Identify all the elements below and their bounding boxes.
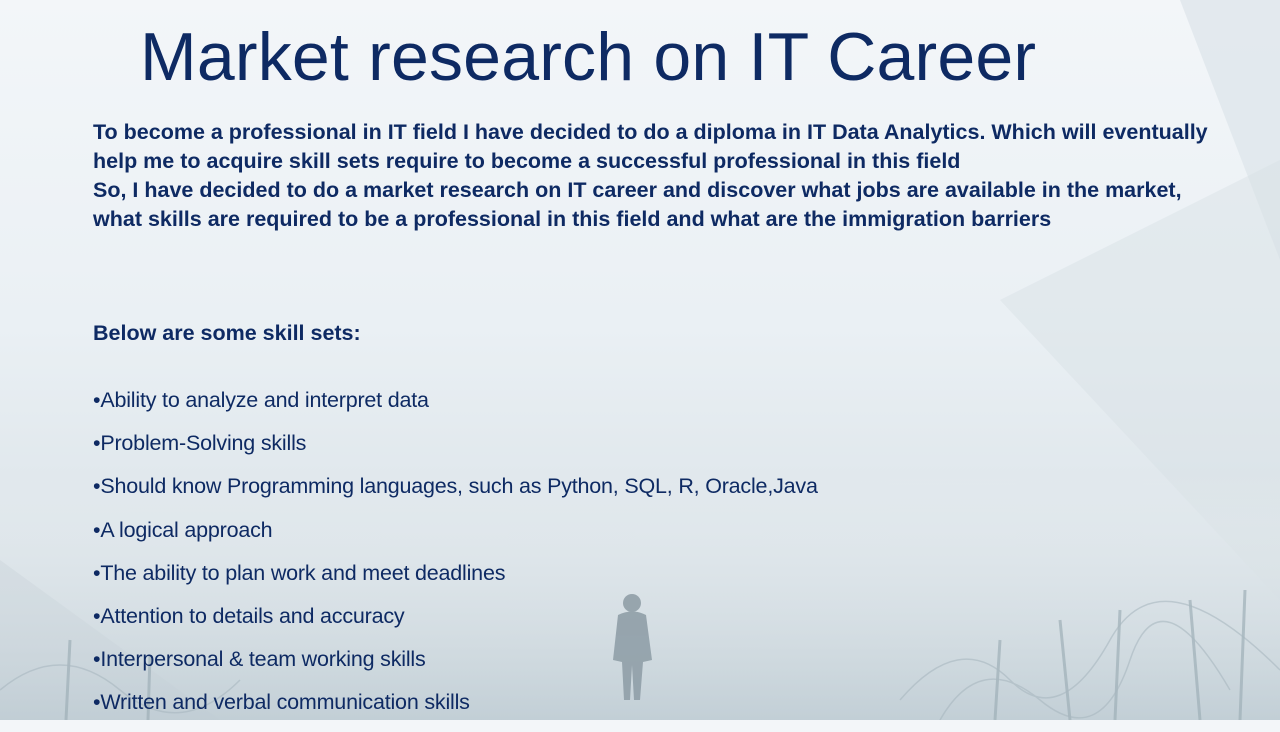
slide-title: Market research on IT Career [140, 19, 1037, 95]
list-item: •The ability to plan work and meet deadl… [93, 559, 818, 602]
list-item: •Attention to details and accuracy [93, 602, 818, 645]
intro-text: To become a professional in IT field I h… [93, 118, 1218, 234]
skills-heading: Below are some skill sets: [93, 321, 361, 345]
list-item: •Ability to analyze and interpret data [93, 386, 818, 429]
intro-paragraph: So, I have decided to do a market resear… [93, 178, 1182, 231]
list-item: •Should know Programming languages, such… [93, 472, 818, 515]
skill-text: The ability to plan work and meet deadli… [100, 560, 506, 585]
list-item: •Problem-Solving skills [93, 429, 818, 472]
skill-text: Problem-Solving skills [100, 431, 307, 456]
skills-list: •Ability to analyze and interpret data •… [93, 386, 818, 732]
list-item: •A logical approach [93, 516, 818, 559]
skill-text: A logical approach [100, 517, 273, 542]
skill-text: Ability to analyze and interpret data [100, 388, 429, 412]
intro-paragraph: To become a professional in IT field I h… [93, 120, 1208, 173]
skill-text: Written and verbal communication skills [100, 690, 470, 715]
list-item: •Interpersonal & team working skills [93, 645, 818, 688]
skill-text: Interpersonal & team working skills [100, 647, 426, 672]
list-item: •Written and verbal communication skills [93, 688, 818, 731]
skill-text: Attention to details and accuracy [100, 603, 405, 628]
skill-text: Should know Programming languages, such … [100, 474, 818, 499]
